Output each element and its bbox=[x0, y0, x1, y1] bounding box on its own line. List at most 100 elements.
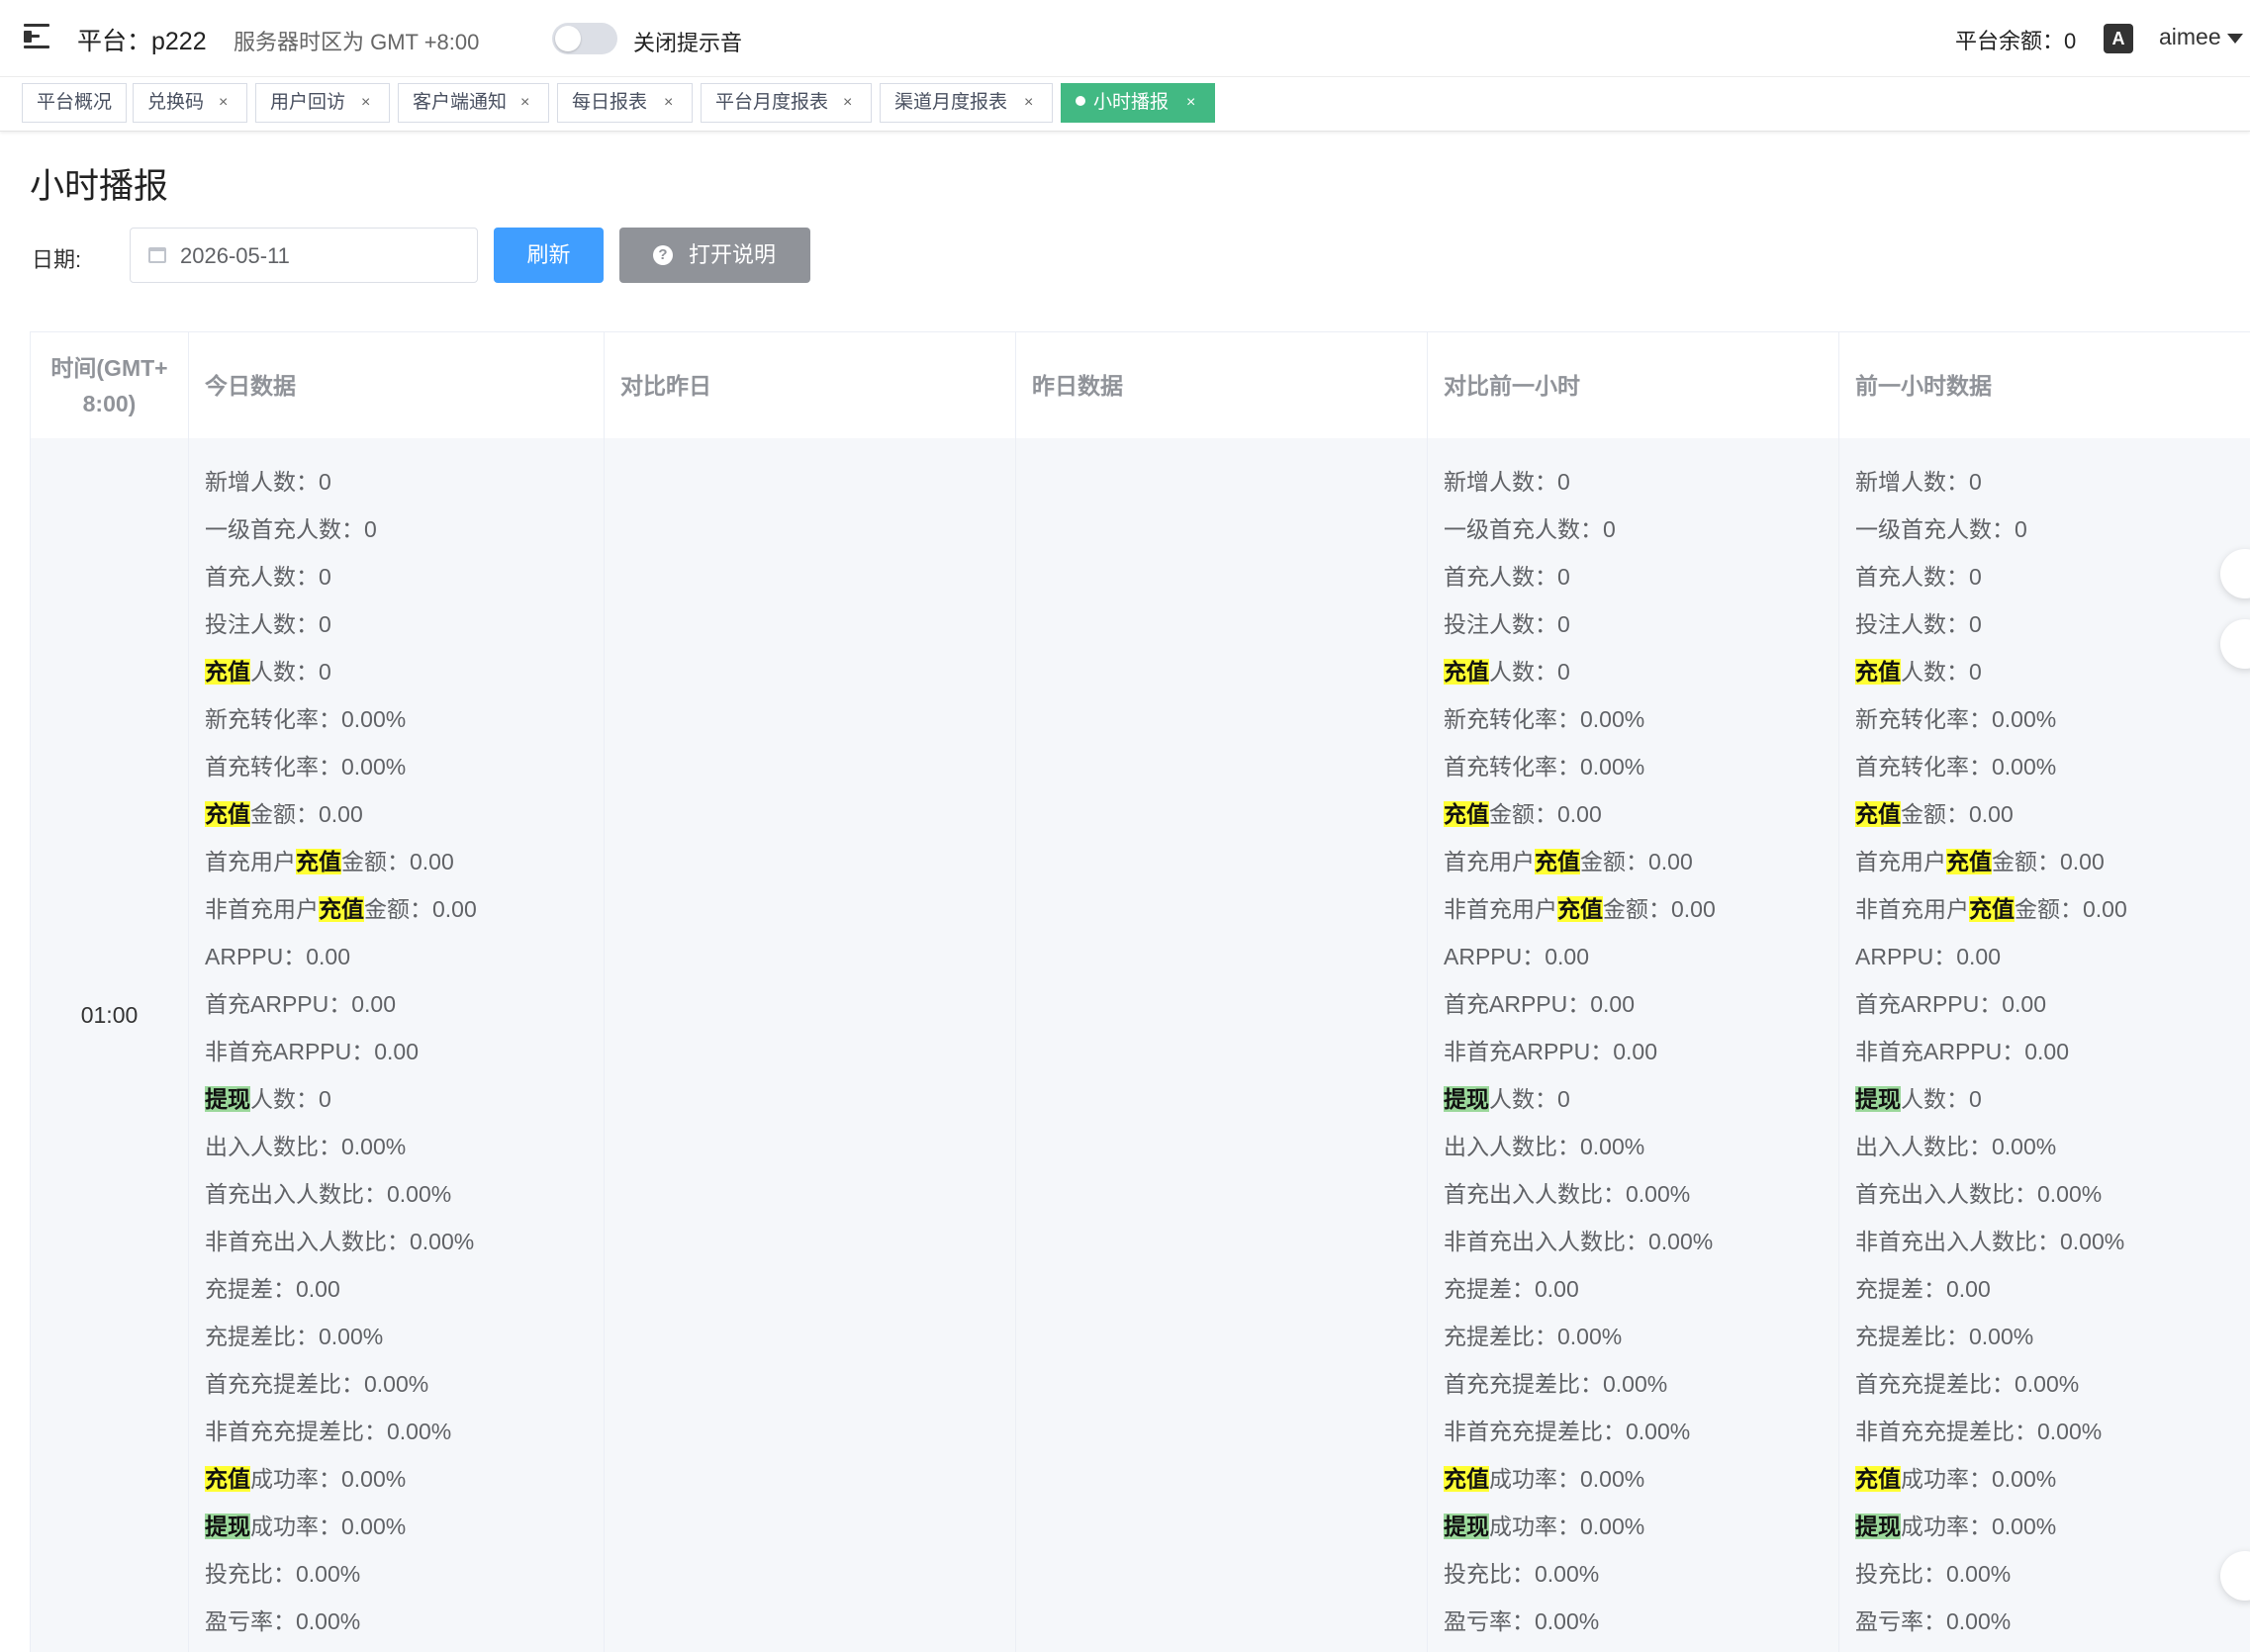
metric-text: 充提差比：0.00% bbox=[1444, 1324, 1623, 1349]
metric-text: 非首充用户 bbox=[1855, 896, 1969, 922]
cell-compare-yesterday bbox=[604, 438, 1015, 1652]
metric-line: 盈亏率：0.00% bbox=[1855, 1598, 2127, 1645]
metric-highlight: 充值 bbox=[1855, 1466, 1901, 1492]
metric-highlight: 提现 bbox=[1855, 1514, 1901, 1539]
column-header-compare-yesterday: 对比昨日 bbox=[604, 332, 1015, 439]
tab-2[interactable]: 兑换码 × bbox=[133, 83, 247, 123]
close-icon[interactable]: × bbox=[520, 84, 529, 122]
metric-text: 出入人数比：0.00% bbox=[1855, 1134, 2057, 1159]
metric-line: 首充转化率：0.00% bbox=[1444, 743, 1716, 790]
metric-line: 充提差：0.00 bbox=[1855, 1265, 2127, 1313]
tab-6[interactable]: 平台月度报表 × bbox=[701, 83, 872, 123]
tab-label: 每日报表 bbox=[572, 92, 648, 113]
metric-highlight: 充值 bbox=[205, 659, 250, 685]
tab-7[interactable]: 渠道月度报表 × bbox=[880, 83, 1053, 123]
metric-text: 投注人数：0 bbox=[205, 611, 331, 637]
close-icon[interactable]: × bbox=[1186, 84, 1195, 122]
metric-text: 首充ARPPU：0.00 bbox=[1855, 991, 2047, 1017]
metric-line: 投注人数：0 bbox=[1444, 600, 1716, 648]
metric-text: 首充转化率：0.00% bbox=[205, 754, 407, 780]
metric-text: 非首充ARPPU：0.00 bbox=[1444, 1039, 1658, 1064]
metric-line: 充值金额：0.00 bbox=[1444, 790, 1716, 838]
metric-text: 投注人数：0 bbox=[1855, 611, 1982, 637]
metric-line: ARPPU：0.00 bbox=[205, 933, 477, 980]
sound-toggle-label: 关闭提示音 bbox=[633, 31, 743, 55]
metric-text: 出入人数比：0.00% bbox=[205, 1134, 407, 1159]
tab-1[interactable]: 平台概况 bbox=[22, 83, 127, 123]
metric-text: 非首充用户 bbox=[1444, 896, 1557, 922]
close-icon[interactable]: × bbox=[664, 84, 673, 122]
metric-highlight: 提现 bbox=[1444, 1514, 1489, 1539]
metric-line: 充值人数：0 bbox=[1855, 648, 2127, 695]
metric-text: 盈亏率：0.00% bbox=[1444, 1608, 1600, 1634]
tab-4[interactable]: 客户端通知 × bbox=[398, 83, 549, 123]
cell-yesterday bbox=[1015, 438, 1427, 1652]
active-dot-icon bbox=[1076, 95, 1085, 106]
column-header-time: 时间(GMT+ 8:00) bbox=[30, 332, 188, 439]
metric-line: 出入人数比：0.00% bbox=[1855, 1123, 2127, 1170]
metric-line: 充提差比：0.00% bbox=[1855, 1313, 2127, 1360]
tab-label: 小时播报 bbox=[1093, 92, 1170, 113]
metric-text: 金额：0.00 bbox=[1901, 801, 2014, 827]
metric-text: 首充人数：0 bbox=[1855, 564, 1982, 590]
platform-name: 平台：p222 bbox=[77, 28, 207, 55]
table-header: 时间(GMT+ 8:00) 今日数据 对比昨日 昨日数据 对比前一小时 前一小时… bbox=[30, 331, 2250, 440]
metric-line: 新增人数：0 bbox=[205, 458, 477, 505]
metric-line: 新增人数：0 bbox=[1855, 458, 2127, 505]
metric-line: 投注人数：0 bbox=[205, 600, 477, 648]
metric-text: 人数：0 bbox=[1901, 1086, 1982, 1112]
close-icon[interactable]: × bbox=[1024, 84, 1033, 122]
menu-toggle-icon[interactable] bbox=[24, 24, 51, 49]
tab-label: 平台概况 bbox=[37, 92, 113, 113]
metric-line: 首充充提差比：0.00% bbox=[1855, 1360, 2127, 1408]
metric-highlight: 充值 bbox=[205, 801, 250, 827]
question-icon: ? bbox=[653, 245, 673, 265]
metric-text: 成功率：0.00% bbox=[250, 1466, 407, 1492]
close-icon[interactable]: × bbox=[361, 84, 370, 122]
metric-text: 投充比：0.00% bbox=[205, 1561, 361, 1587]
metric-text: 金额：0.00 bbox=[2015, 896, 2127, 922]
username: aimee bbox=[2159, 24, 2221, 49]
metric-text: 人数：0 bbox=[250, 1086, 331, 1112]
language-icon[interactable]: A bbox=[2104, 24, 2133, 53]
refresh-button[interactable]: 刷新 bbox=[494, 228, 604, 283]
metric-line: 非首充出入人数比：0.00% bbox=[1444, 1218, 1716, 1265]
metric-text: 首充人数：0 bbox=[205, 564, 331, 590]
metric-line: 非首充用户充值金额：0.00 bbox=[1444, 885, 1716, 933]
top-header: 平台：p222 服务器时区为 GMT +8:00 关闭提示音 平台余额：0 A … bbox=[0, 0, 2250, 77]
tab-3[interactable]: 用户回访 × bbox=[255, 83, 390, 123]
metric-text: 人数：0 bbox=[1901, 659, 1982, 685]
metric-highlight: 充值 bbox=[1444, 801, 1489, 827]
metric-line: 投注人数：0 bbox=[1855, 600, 2127, 648]
metric-line: 首充出入人数比：0.00% bbox=[205, 1170, 477, 1218]
metric-text: 充提差：0.00 bbox=[1444, 1276, 1579, 1302]
metric-line: 非首充充提差比：0.00% bbox=[1855, 1408, 2127, 1455]
metric-text: 充提差：0.00 bbox=[1855, 1276, 1991, 1302]
metric-text: 出入人数比：0.00% bbox=[1444, 1134, 1645, 1159]
date-picker[interactable]: 2026-05-11 bbox=[130, 228, 478, 283]
sound-toggle[interactable] bbox=[552, 23, 617, 54]
metric-line: 充提差比：0.00% bbox=[205, 1313, 477, 1360]
close-icon[interactable]: × bbox=[843, 84, 852, 122]
metric-text: 首充充提差比：0.00% bbox=[205, 1371, 429, 1397]
metric-line: 首充充提差比：0.00% bbox=[1444, 1360, 1716, 1408]
metric-text: 首充用户 bbox=[1444, 849, 1535, 874]
metric-line: 首充用户充值金额：0.00 bbox=[205, 838, 477, 885]
user-menu[interactable]: aimee bbox=[2159, 24, 2243, 50]
metric-text: 首充出入人数比：0.00% bbox=[1444, 1181, 1691, 1207]
metric-line: 充值金额：0.00 bbox=[1855, 790, 2127, 838]
metric-line: 非首充充提差比：0.00% bbox=[205, 1408, 477, 1455]
metric-text: 首充人数：0 bbox=[1444, 564, 1570, 590]
metric-line: 新充转化率：0.00% bbox=[1444, 695, 1716, 743]
metric-text: 首充用户 bbox=[205, 849, 296, 874]
open-help-button[interactable]: ? 打开说明 bbox=[619, 228, 810, 283]
tab-5[interactable]: 每日报表 × bbox=[557, 83, 693, 123]
metric-line: 一级首充人数：0 bbox=[1444, 505, 1716, 553]
metric-line: 首充出入人数比：0.00% bbox=[1444, 1170, 1716, 1218]
metric-text: 首充出入人数比：0.00% bbox=[205, 1181, 452, 1207]
metric-line: 非首充充提差比：0.00% bbox=[1444, 1408, 1716, 1455]
tab-8[interactable]: 小时播报 × bbox=[1061, 83, 1215, 123]
row-time: 01:00 bbox=[80, 1002, 139, 1028]
close-icon[interactable]: × bbox=[219, 84, 228, 122]
metric-text: 新增人数：0 bbox=[1855, 469, 1982, 495]
